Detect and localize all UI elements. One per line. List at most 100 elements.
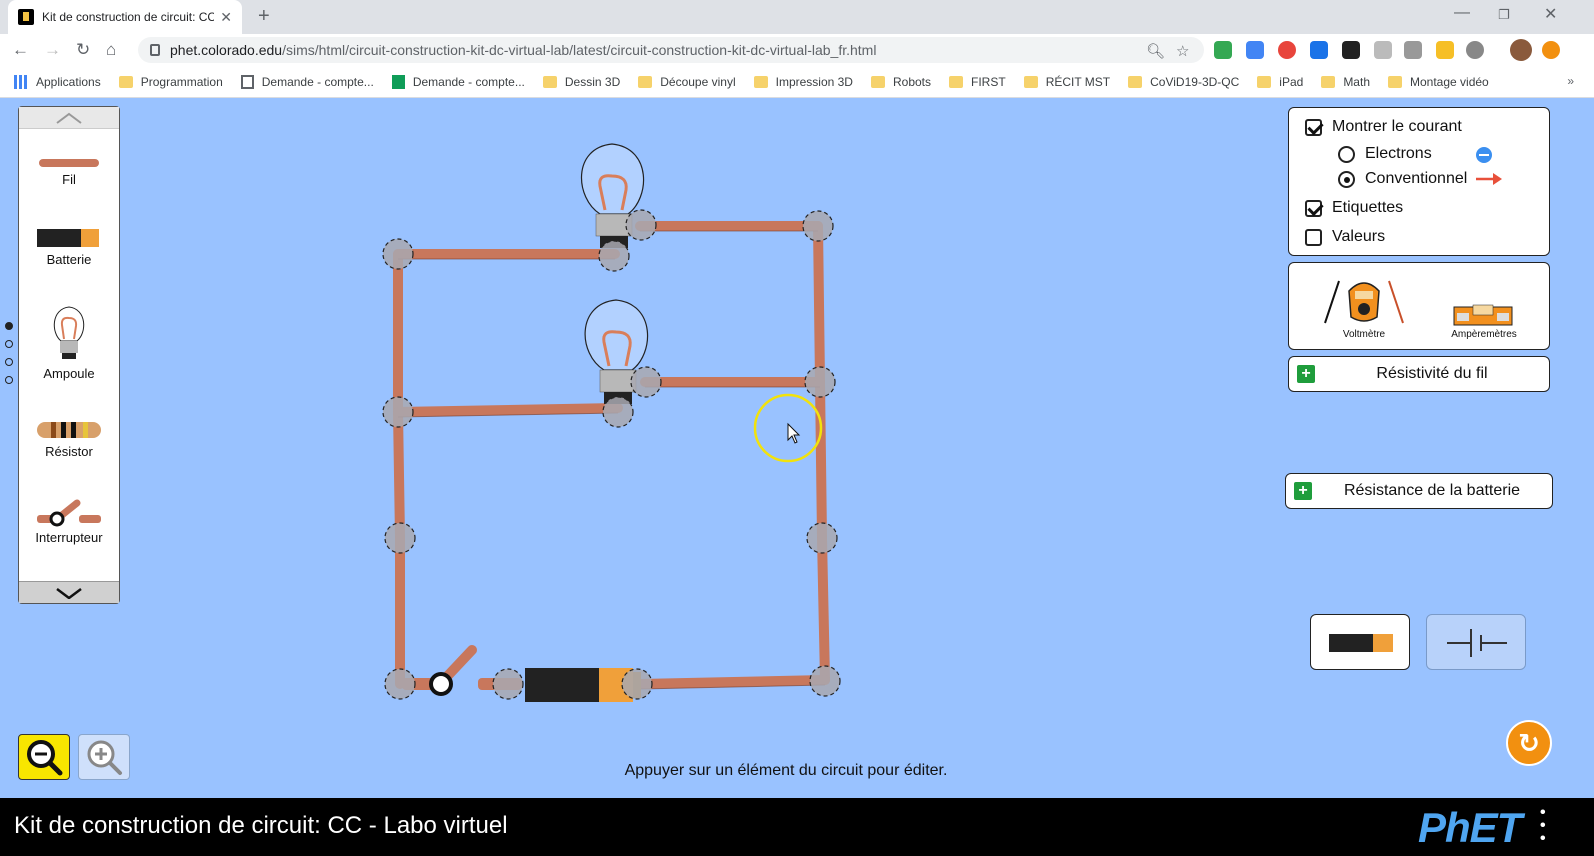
bookmark-item[interactable]: RÉCIT MST <box>1023 75 1110 89</box>
url-host: phet.colorado.edu <box>170 42 283 58</box>
reload-icon[interactable]: ↻ <box>76 40 90 60</box>
address-bar[interactable]: phet.colorado.edu/sims/html/circuit-cons… <box>138 37 1204 63</box>
vertex[interactable] <box>598 240 630 272</box>
vertex[interactable] <box>382 238 414 270</box>
page-dot[interactable] <box>5 358 13 366</box>
home-icon[interactable]: ⌂ <box>106 40 116 60</box>
show-current-checkbox[interactable]: Montrer le courant <box>1305 118 1462 136</box>
carousel-switch[interactable]: Interrupteur <box>19 499 119 545</box>
voltmeter-icon[interactable] <box>1321 271 1407 327</box>
close-window-icon[interactable]: ✕ <box>1544 4 1557 24</box>
forward-icon[interactable]: → <box>44 40 61 60</box>
checkbox-checked-icon <box>1305 118 1322 136</box>
schematic-view-button[interactable] <box>1426 614 1526 670</box>
carousel-resistor[interactable]: Résistor <box>19 419 119 459</box>
carousel-up-button[interactable] <box>19 107 119 129</box>
drive-extension-icon[interactable] <box>1214 41 1232 59</box>
minimize-icon[interactable]: — <box>1454 4 1470 22</box>
apps-grid-icon <box>14 74 28 89</box>
calendar-extension-icon[interactable] <box>1310 41 1328 59</box>
values-checkbox[interactable]: Valeurs <box>1305 228 1385 246</box>
bookmark-item[interactable]: Math <box>1321 75 1370 89</box>
bookmark-item[interactable]: FIRST <box>949 75 1006 89</box>
vertex[interactable] <box>625 209 657 241</box>
wire[interactable] <box>813 221 825 387</box>
display-options-panel: Montrer le courant Electrons Conventionn… <box>1288 107 1550 256</box>
mouse-pointer-icon <box>787 422 801 444</box>
bookmark-item[interactable]: Dessin 3D <box>542 75 620 89</box>
bookmark-item[interactable]: Découpe vinyl <box>638 75 736 89</box>
folder-icon <box>118 75 133 88</box>
browser-toolbar: ← → ↻ ⌂ phet.colorado.edu/sims/html/circ… <box>0 34 1594 66</box>
bookmark-item[interactable]: Programmation <box>118 75 223 89</box>
bookmark-star-icon[interactable]: ☆ <box>1176 42 1189 60</box>
vertex[interactable] <box>630 366 662 398</box>
vertex[interactable] <box>382 396 414 428</box>
bookmark-item[interactable]: Robots <box>870 75 931 89</box>
extension-red-icon[interactable] <box>1278 41 1296 59</box>
more-bookmarks-icon[interactable]: » <box>1567 74 1574 88</box>
bookmark-item[interactable]: iPad <box>1257 75 1303 89</box>
carousel-item-label: Résistor <box>45 444 93 459</box>
carousel-down-button[interactable] <box>19 581 119 603</box>
radio-unselected-icon <box>1338 145 1355 163</box>
zoom-page-icon[interactable]: 🔍︎ <box>1146 42 1165 60</box>
wire[interactable] <box>815 377 827 543</box>
new-tab-icon[interactable]: + <box>258 5 270 28</box>
phet-logo[interactable]: PhET <box>1418 804 1522 852</box>
labels-label: Etiquettes <box>1332 199 1404 216</box>
close-tab-icon[interactable]: ✕ <box>220 9 232 26</box>
conventional-radio[interactable]: Conventionnel <box>1338 170 1467 188</box>
electrons-radio[interactable]: Electrons <box>1338 145 1432 163</box>
wire[interactable] <box>393 407 405 543</box>
vertex[interactable] <box>492 668 524 700</box>
wire[interactable] <box>817 533 830 685</box>
page-dot[interactable] <box>5 322 13 330</box>
bookmark-item[interactable]: Demande - compte... <box>391 74 525 89</box>
bookmark-item[interactable]: CoViD19-3D-QC <box>1128 75 1239 89</box>
wire[interactable] <box>393 403 623 417</box>
page-dot[interactable] <box>5 376 13 384</box>
profile-avatar[interactable] <box>1510 39 1532 61</box>
extension-hand-icon[interactable] <box>1436 41 1454 59</box>
extension-gear-icon[interactable] <box>1466 41 1484 59</box>
translate-extension-icon[interactable] <box>1246 41 1264 59</box>
page-dot[interactable] <box>5 340 13 348</box>
reset-all-button[interactable]: ↻ <box>1506 720 1552 766</box>
browser-tab[interactable]: Kit de construction de circuit: CC ✕ <box>8 0 242 34</box>
bookmarks-bar: Applications Programmation Demande - com… <box>0 66 1594 98</box>
vertex[interactable] <box>804 366 836 398</box>
back-icon[interactable]: ← <box>12 40 29 60</box>
bookmark-item[interactable]: Montage vidéo <box>1388 75 1489 89</box>
sim-title: Kit de construction de circuit: CC - Lab… <box>14 812 508 839</box>
wire-resistivity-accordion[interactable]: + Résistivité du fil <box>1288 356 1550 392</box>
vertex[interactable] <box>602 396 634 428</box>
update-icon[interactable] <box>1542 41 1560 59</box>
light-bulb-icon <box>53 306 85 359</box>
bookmark-item[interactable]: Demande - compte... <box>240 74 374 89</box>
lifelike-view-button[interactable] <box>1310 614 1410 670</box>
extension-grid-icon[interactable] <box>1374 41 1392 59</box>
extension-dark-icon[interactable] <box>1342 41 1360 59</box>
carousel-bulb[interactable]: Ampoule <box>19 305 119 381</box>
labels-checkbox[interactable]: Etiquettes <box>1305 199 1403 217</box>
phet-menu-icon[interactable]: • • • <box>1540 805 1546 847</box>
carousel-item-label: Interrupteur <box>35 530 103 545</box>
vertex[interactable] <box>384 668 416 700</box>
restore-icon[interactable]: ❐ <box>1498 7 1510 23</box>
vertex[interactable] <box>621 668 653 700</box>
extension-house-icon[interactable] <box>1404 41 1422 59</box>
sheets-icon <box>391 74 405 89</box>
ammeter-icon[interactable] <box>1453 303 1513 327</box>
vertex[interactable] <box>809 665 841 697</box>
battery-resistance-accordion[interactable]: + Résistance de la batterie <box>1285 473 1553 509</box>
vertex[interactable] <box>802 210 834 242</box>
wire[interactable] <box>635 675 830 689</box>
bookmark-apps[interactable]: Applications <box>14 74 101 89</box>
carousel-battery[interactable]: Batterie <box>19 227 119 267</box>
bookmark-item[interactable]: Impression 3D <box>753 75 853 89</box>
folder-icon <box>1023 75 1038 88</box>
vertex[interactable] <box>384 522 416 554</box>
carousel-wire[interactable]: Fil <box>19 157 119 187</box>
vertex[interactable] <box>806 522 838 554</box>
